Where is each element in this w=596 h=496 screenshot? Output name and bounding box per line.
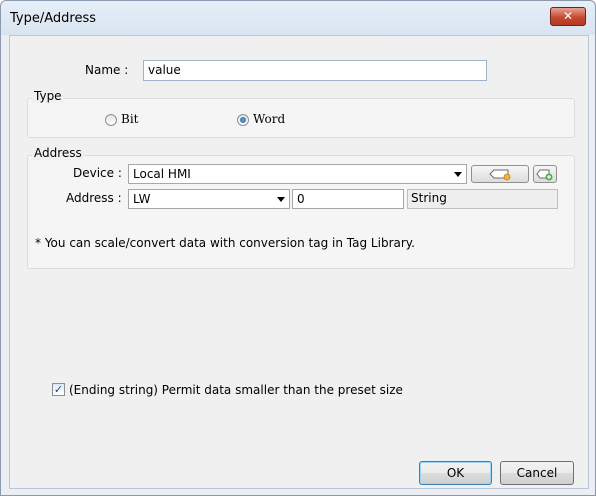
close-button[interactable]: ✕	[550, 7, 586, 26]
address-type-value: LW	[133, 192, 151, 206]
device-select[interactable]: Local HMI	[128, 164, 467, 184]
address-group-title: Address	[32, 146, 84, 160]
name-label: Name :	[85, 63, 129, 77]
tag-icon	[489, 169, 511, 181]
address-input[interactable]: 0	[292, 189, 404, 209]
bit-radio[interactable]	[105, 114, 117, 126]
type-address-dialog: Type/Address ✕ Name : value Type Bit Wor…	[0, 0, 596, 496]
address-format-display: String	[407, 189, 558, 209]
ending-string-label[interactable]: (Ending string) Permit data smaller than…	[69, 383, 403, 397]
close-icon: ✕	[562, 9, 574, 23]
device-label: Device :	[73, 166, 122, 180]
ok-button[interactable]: OK	[419, 461, 492, 485]
checkmark-icon: ✓	[53, 383, 64, 396]
address-label: Address :	[66, 191, 122, 205]
chevron-down-icon	[454, 172, 462, 177]
chevron-down-icon	[277, 197, 285, 202]
ending-string-checkbox[interactable]: ✓	[52, 383, 65, 396]
dialog-body: Name : value Type Bit Word Address Devic…	[9, 35, 589, 489]
word-radio-label[interactable]: Word	[253, 112, 285, 126]
word-radio[interactable]	[237, 114, 249, 126]
address-type-select[interactable]: LW	[128, 189, 290, 209]
cancel-button[interactable]: Cancel	[500, 461, 574, 485]
conversion-note: * You can scale/convert data with conver…	[35, 236, 415, 250]
add-tag-icon	[536, 169, 553, 181]
add-tag-button[interactable]	[533, 165, 557, 183]
window-title: Type/Address	[10, 11, 97, 26]
select-tag-button[interactable]	[471, 165, 529, 183]
device-select-value: Local HMI	[133, 167, 191, 181]
name-input[interactable]: value	[143, 60, 487, 81]
bit-radio-label[interactable]: Bit	[121, 112, 138, 126]
type-group-title: Type	[32, 89, 64, 103]
title-bar[interactable]: Type/Address ✕	[1, 1, 595, 35]
